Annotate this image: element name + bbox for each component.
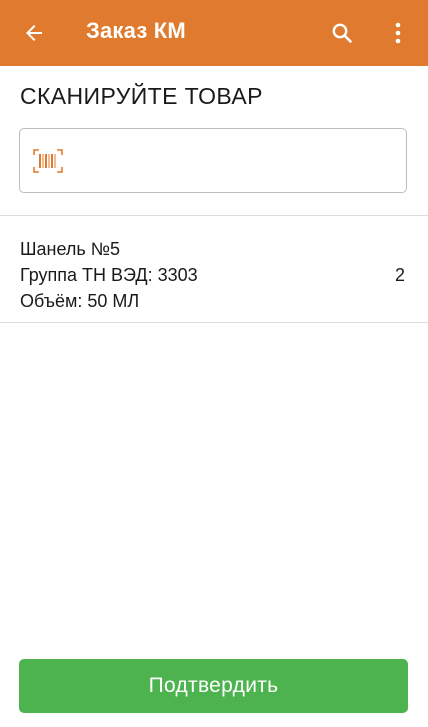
divider bbox=[0, 322, 428, 323]
search-icon bbox=[332, 23, 352, 43]
barcode-icon bbox=[33, 149, 63, 173]
search-button[interactable] bbox=[326, 17, 358, 49]
barcode-input[interactable] bbox=[76, 139, 400, 185]
list-item[interactable]: Шанель №5 Группа ТН ВЭД: 3303 Объём: 50 … bbox=[0, 217, 428, 322]
item-name: Шанель №5 bbox=[20, 239, 121, 259]
confirm-button[interactable]: Подтвердить bbox=[19, 659, 408, 713]
arrow-left-icon bbox=[26, 25, 42, 41]
barcode-scan-field[interactable] bbox=[19, 128, 407, 193]
page-heading: СКАНИРУЙТЕ ТОВАР bbox=[20, 83, 263, 109]
confirm-button-label: Подтвердить bbox=[148, 674, 279, 697]
item-quantity: 2 bbox=[394, 265, 405, 285]
item-volume: Объём: 50 МЛ bbox=[20, 291, 140, 311]
app-title: Заказ КМ bbox=[86, 18, 186, 43]
overflow-menu-button[interactable] bbox=[384, 17, 412, 49]
app-bar: Заказ КМ bbox=[0, 0, 428, 66]
more-vertical-icon bbox=[395, 22, 401, 44]
item-group: Группа ТН ВЭД: 3303 bbox=[20, 265, 198, 285]
back-button[interactable] bbox=[18, 17, 50, 49]
divider bbox=[0, 215, 428, 216]
